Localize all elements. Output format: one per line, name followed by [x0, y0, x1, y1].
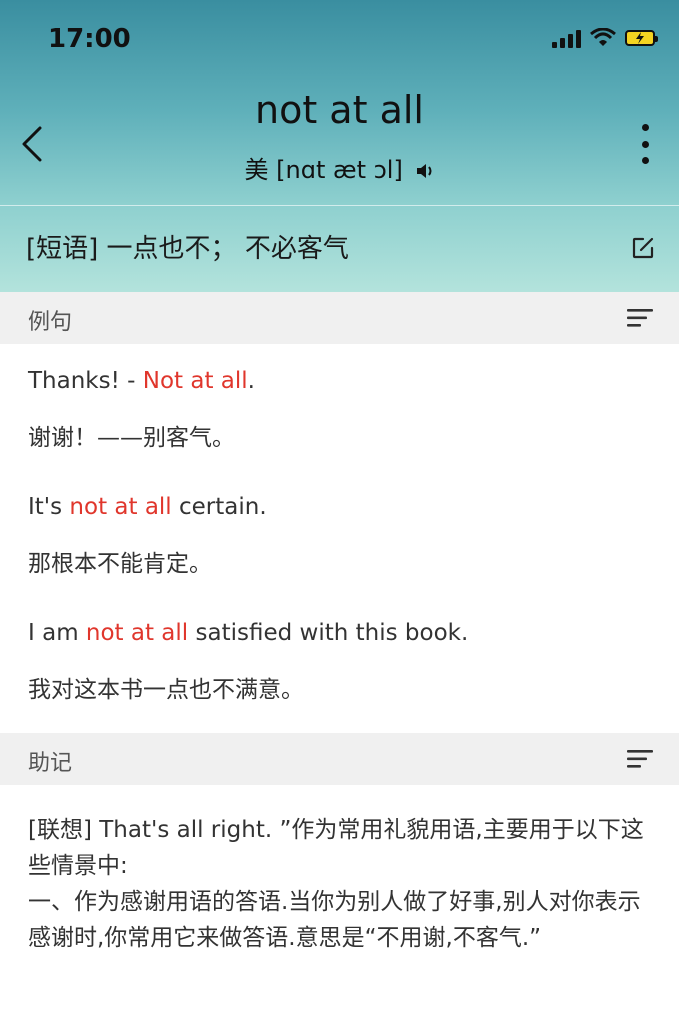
definition: [短语] 一点也不； 不必客气	[26, 234, 349, 264]
pronunciation[interactable]: 美 [nɑt æt ɔl]	[0, 150, 679, 185]
battery-icon	[625, 30, 658, 46]
example-zh: 那根本不能肯定。	[28, 551, 212, 577]
wifi-icon	[590, 28, 616, 46]
example-en: It's not at all certain.	[28, 494, 267, 520]
word-title: not at all	[255, 88, 424, 132]
example-keyword: Not at all	[142, 368, 248, 394]
more-icon[interactable]	[639, 124, 651, 164]
example-en: Thanks! - Not at all.	[28, 368, 255, 394]
example-zh: 谢谢！——别客气。	[28, 425, 235, 451]
sort-icon[interactable]	[627, 749, 653, 769]
mnemonic-section-label: 助记	[28, 751, 73, 776]
speaker-icon[interactable]	[416, 163, 434, 179]
word-header: 17:00 not at all 美 [nɑt æt ɔl] [短语] 一点也不…	[0, 0, 679, 292]
mnemonic-text: [联想] That's all right. ”作为常用礼貌用语,主要用于以下这…	[28, 817, 644, 951]
signal-icon	[552, 28, 581, 48]
pronunciation-text: 美 [nɑt æt ɔl]	[244, 156, 403, 184]
example-en: I am not at all satisfied with this book…	[28, 620, 469, 646]
mnemonic-section-header: 助记	[0, 733, 679, 785]
edit-icon[interactable]	[631, 236, 655, 260]
example-keyword: not at all	[85, 620, 189, 646]
examples-section-header: 例句	[0, 292, 679, 344]
examples-section-label: 例句	[28, 310, 73, 335]
sort-icon[interactable]	[627, 308, 653, 328]
status-time: 17:00	[48, 24, 131, 54]
example-zh: 我对这本书一点也不满意。	[28, 677, 304, 703]
status-icons	[552, 28, 658, 48]
example-keyword: not at all	[69, 494, 172, 520]
header-divider	[0, 205, 679, 206]
